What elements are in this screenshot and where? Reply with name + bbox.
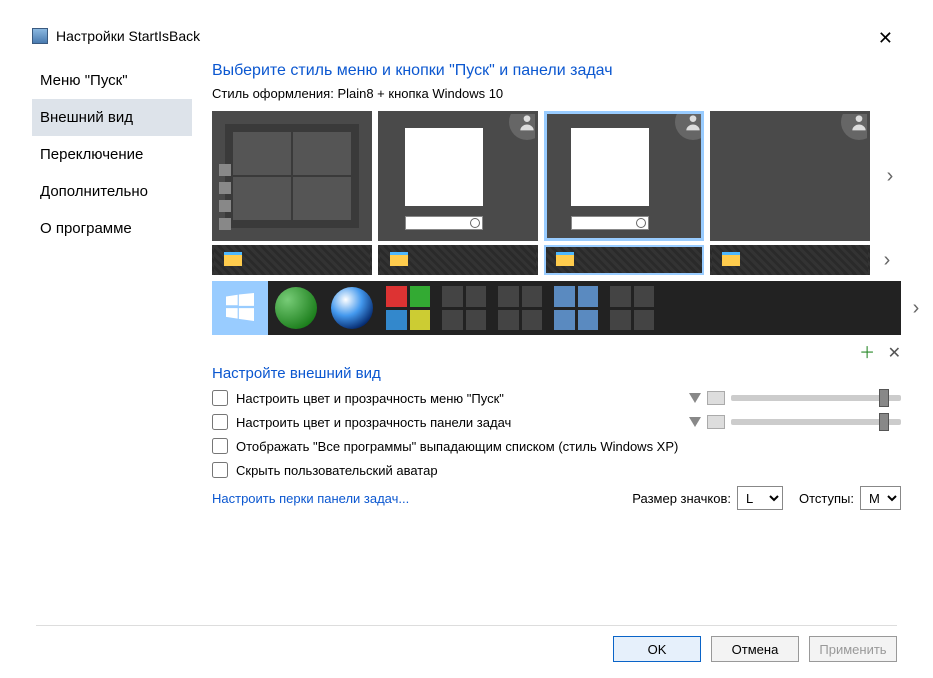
- orb-4[interactable]: [380, 281, 436, 335]
- orb-6[interactable]: [492, 281, 548, 335]
- orb-win10[interactable]: [212, 281, 268, 335]
- bottom-controls: Настроить перки панели задач... Размер з…: [212, 486, 901, 510]
- avatar-icon: [841, 111, 870, 140]
- windows-icon: [226, 293, 254, 321]
- sidebar-item-appearance[interactable]: Внешний вид: [32, 99, 192, 136]
- customize-heading: Настройте внешний вид: [212, 365, 901, 382]
- start-orb-row: [212, 281, 901, 335]
- drop-icon: [689, 417, 701, 427]
- orb-8[interactable]: [604, 281, 660, 335]
- check-all-programs-xp-box[interactable]: [212, 438, 228, 454]
- taskbar-style-4[interactable]: [710, 245, 870, 275]
- avatar-icon: [675, 111, 704, 140]
- icon-size-select[interactable]: SMLXL: [737, 486, 783, 510]
- check-menu-color: Настроить цвет и прозрачность меню "Пуск…: [212, 390, 901, 406]
- check-taskbar-color-box[interactable]: [212, 414, 228, 430]
- taskbar-style-1[interactable]: [212, 245, 372, 275]
- orb-5[interactable]: [436, 281, 492, 335]
- app-icon: [32, 28, 48, 44]
- cancel-button[interactable]: Отмена: [711, 636, 799, 662]
- menu-style-3[interactable]: [544, 111, 704, 241]
- close-icon[interactable]: ✕: [878, 28, 893, 49]
- taskbar-opacity-slider[interactable]: [731, 419, 901, 425]
- menu-style-2[interactable]: [378, 111, 538, 241]
- taskbar-style-3[interactable]: [544, 245, 704, 275]
- style-label: Стиль оформления:: [212, 86, 334, 101]
- sidebar-item-advanced[interactable]: Дополнительно: [32, 173, 192, 210]
- menu-style-row: ›: [212, 111, 901, 241]
- check-taskbar-color: Настроить цвет и прозрачность панели зад…: [212, 414, 901, 430]
- taskbar-style-2[interactable]: [378, 245, 538, 275]
- margins-label: Отступы:: [799, 491, 854, 506]
- style-summary: Стиль оформления: Plain8 + кнопка Window…: [212, 86, 901, 101]
- taskbar-perks-link[interactable]: Настроить перки панели задач...: [212, 491, 409, 506]
- check-menu-color-box[interactable]: [212, 390, 228, 406]
- taskbar-style-row: ›: [212, 245, 901, 275]
- sidebar: Меню "Пуск" Внешний вид Переключение Доп…: [32, 62, 192, 510]
- sidebar-item-about[interactable]: О программе: [32, 210, 192, 247]
- margins-select[interactable]: SML: [860, 486, 901, 510]
- menu-style-4[interactable]: [710, 111, 870, 241]
- check-hide-avatar: Скрыть пользовательский аватар: [212, 462, 901, 478]
- sidebar-item-switching[interactable]: Переключение: [32, 136, 192, 173]
- dialog-buttons: OK Отмена Применить: [36, 625, 897, 662]
- taskbar-next[interactable]: ›: [876, 249, 898, 272]
- menu-style-1[interactable]: [212, 111, 372, 241]
- check-hide-avatar-label: Скрыть пользовательский аватар: [236, 463, 438, 478]
- apply-button[interactable]: Применить: [809, 636, 897, 662]
- check-menu-color-label: Настроить цвет и прозрачность меню "Пуск…: [236, 391, 504, 406]
- main-panel: Выберите стиль меню и кнопки "Пуск" и па…: [212, 62, 901, 510]
- orb-3[interactable]: [324, 281, 380, 335]
- titlebar: Настройки StartIsBack: [32, 28, 901, 44]
- window-title: Настройки StartIsBack: [56, 28, 200, 44]
- avatar-icon: [509, 111, 538, 140]
- color-swatch-menu[interactable]: [707, 391, 725, 405]
- orbs-next[interactable]: ›: [905, 297, 927, 320]
- folder-icon: [556, 252, 574, 266]
- folder-icon: [390, 252, 408, 266]
- icon-size-label: Размер значков:: [632, 491, 731, 506]
- folder-icon: [722, 252, 740, 266]
- folder-icon: [224, 252, 242, 266]
- styles-next[interactable]: ›: [879, 165, 901, 188]
- drop-icon: [689, 393, 701, 403]
- add-orb-icon[interactable]: ＋: [859, 345, 875, 362]
- check-hide-avatar-box[interactable]: [212, 462, 228, 478]
- check-taskbar-color-label: Настроить цвет и прозрачность панели зад…: [236, 415, 511, 430]
- orb-2[interactable]: [268, 281, 324, 335]
- sidebar-item-start-menu[interactable]: Меню "Пуск": [32, 62, 192, 99]
- check-all-programs-xp: Отображать "Все программы" выпадающим сп…: [212, 438, 901, 454]
- orb-7[interactable]: [548, 281, 604, 335]
- ok-button[interactable]: OK: [613, 636, 701, 662]
- color-swatch-taskbar[interactable]: [707, 415, 725, 429]
- menu-opacity-slider[interactable]: [731, 395, 901, 401]
- orb-actions: ＋ ✕: [212, 339, 901, 363]
- section-heading: Выберите стиль меню и кнопки "Пуск" и па…: [212, 62, 901, 80]
- clover-icon: [275, 287, 317, 329]
- check-all-programs-xp-label: Отображать "Все программы" выпадающим сп…: [236, 439, 678, 454]
- win7-orb-icon: [331, 287, 373, 329]
- remove-orb-icon[interactable]: ✕: [888, 345, 901, 362]
- style-value: Plain8 + кнопка Windows 10: [337, 86, 503, 101]
